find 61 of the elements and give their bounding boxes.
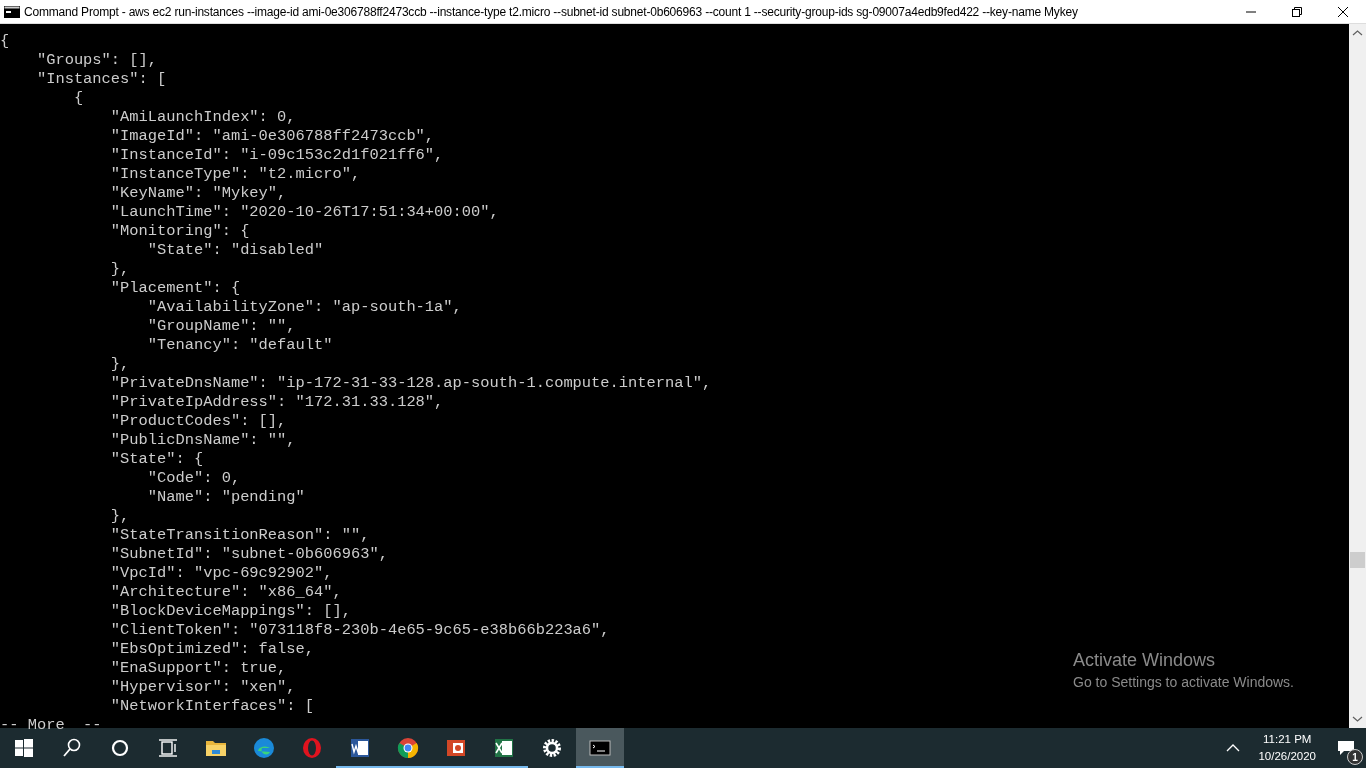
console-line: "PrivateDnsName": "ip-172-31-33-128.ap-south-1.compute.internal", (109, 374, 712, 393)
console-line: "Monitoring": { (109, 222, 250, 241)
settings-icon (540, 736, 564, 760)
scroll-down-icon[interactable] (1352, 715, 1363, 723)
restore-icon[interactable] (1291, 5, 1303, 18)
windows-logo-icon (12, 736, 36, 760)
console-line: "ImageId": "ami-0e306788ff2473ccb", (109, 127, 435, 146)
console-line: "State": "disabled" (146, 241, 324, 260)
console-line: "KeyName": "Mykey", (109, 184, 287, 203)
clock-time[interactable]: 11:21 PM (1263, 731, 1312, 748)
console-line: "NetworkInterfaces": [ (109, 697, 315, 716)
notification-button[interactable]: 1 (1326, 728, 1366, 768)
console-line: "GroupName": "", (146, 317, 296, 336)
document-w-icon (348, 736, 372, 760)
console-line: "PublicDnsName": "", (109, 431, 296, 450)
activation-title: Activate Windows (1073, 650, 1216, 671)
console-line: "InstanceType": "t2.micro", (109, 165, 361, 184)
console-line: }, (109, 507, 130, 526)
console-line: "ClientToken": "073118f8-230b-4e65-9c65-e38b66b223a6", (109, 621, 610, 640)
console-line: }, (109, 260, 130, 279)
console-line: "EbsOptimized": false, (109, 640, 315, 659)
console-line: "State": { (109, 450, 204, 469)
console-line: -- More -- (0, 716, 102, 735)
terminal-app-icon (4, 5, 20, 18)
close-icon[interactable] (1337, 5, 1349, 18)
console-line: "BlockDeviceMappings": [], (109, 602, 351, 621)
activation-message: Go to Settings to activate Windows. (1073, 674, 1294, 690)
console-line: "Groups": [], (35, 51, 157, 70)
console-line: { (72, 89, 84, 108)
console-line: "PrivateIpAddress": "172.31.33.128", (109, 393, 444, 412)
task-view-icon (156, 736, 180, 760)
console-line: "LaunchTime": "2020-10-26T17:51:34+00:00", (109, 203, 499, 222)
console-line: { (0, 32, 10, 51)
console-line: "Name": "pending" (146, 488, 305, 507)
notification-count: 1 (1347, 749, 1363, 765)
ring-logo-icon (300, 736, 324, 760)
console-line: "Instances": [ (35, 70, 167, 89)
swirl-logo-icon (252, 736, 276, 760)
window-title: Command Prompt - aws ec2 run-instances --image-id ami-0e306788ff2473ccb --instance-type t2.micro --subnet-id subnet-0b606963 --count 1 --security-group-ids sg-09007a4edb9fed422 --key-name Mykey (24, 4, 1079, 19)
browser-logo-icon (396, 736, 420, 760)
console-line: "SubnetId": "subnet-0b606963", (109, 545, 388, 564)
taskbar-button[interactable] (576, 728, 624, 768)
scrollbar-thumb[interactable] (1350, 552, 1365, 568)
console-line: "AmiLaunchIndex": 0, (109, 108, 296, 127)
message-icon (1337, 740, 1355, 756)
console-line: "VpcId": "vpc-69c92902", (109, 564, 333, 583)
console-line: "StateTransitionReason": "", (109, 526, 370, 545)
chevron-up-icon[interactable] (1226, 744, 1241, 752)
spreadsheet-icon (492, 736, 516, 760)
console-line: "Architecture": "x86_64", (109, 583, 342, 602)
console-line: "Code": 0, (146, 469, 241, 488)
console-line: "ProductCodes": [], (109, 412, 287, 431)
clock-date[interactable]: 10/26/2020 (1258, 748, 1316, 765)
console-line: "AvailabilityZone": "ap-south-1a", (146, 298, 462, 317)
console-line: "Tenancy": "default" (146, 336, 333, 355)
console-line: "Placement": { (109, 279, 241, 298)
console-line: "InstanceId": "i-09c153c2d1f021ff6", (109, 146, 444, 165)
console-line: }, (109, 355, 130, 374)
console-line: "EnaSupport": true, (109, 659, 287, 678)
scroll-up-icon[interactable] (1352, 29, 1363, 37)
console-line: "Hypervisor": "xen", (109, 678, 296, 697)
